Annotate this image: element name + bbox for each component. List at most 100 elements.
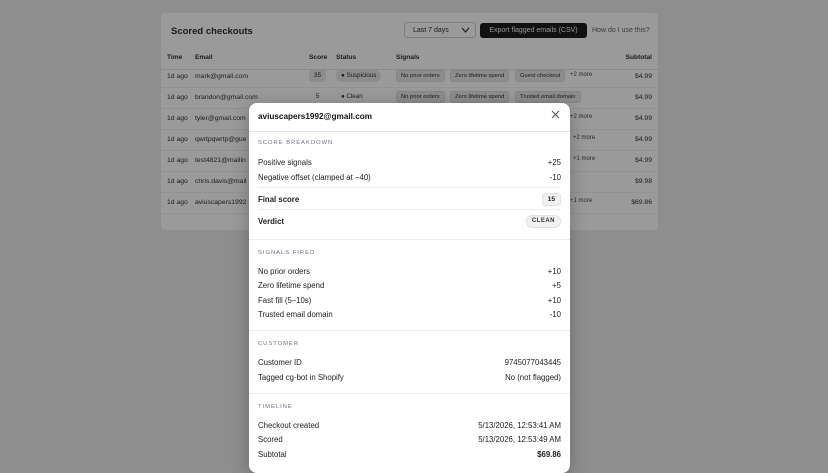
customer-id-value: 9745077043445: [504, 358, 561, 367]
row-subtotal: $4.99: [634, 73, 652, 80]
signals-fired-heading: SIGNALS FIRED: [258, 250, 316, 256]
export-flagged-button[interactable]: Export flagged emails (CSV): [480, 23, 587, 38]
row-subtotal: $4.99: [634, 136, 652, 143]
subtotal-row: Subtotal $69.86: [258, 450, 561, 464]
subtotal-label: Subtotal: [258, 450, 287, 459]
positive-signals-label: Positive signals: [258, 158, 312, 167]
more-signals-link[interactable]: +2 more: [573, 135, 595, 141]
tagged-row: Tagged cg-bot in Shopify No (not flagged…: [258, 373, 561, 387]
signal-row: Trusted email domain -10: [258, 310, 561, 324]
chevron-down-icon: [461, 27, 470, 33]
customer-id-row: Customer ID 9745077043445: [258, 358, 561, 372]
row-email: aviuscapers1992: [195, 199, 247, 206]
row-email: mark@gmail.com: [195, 73, 248, 80]
close-icon[interactable]: [549, 110, 561, 122]
row-email: test4821@mailin: [195, 157, 246, 164]
signal-value: +5: [552, 281, 561, 290]
checkout-created-row: Checkout created 5/13/2026, 12:53:41 AM: [258, 421, 561, 435]
signal-label: Fast fill (5–10s): [258, 296, 312, 305]
scored-label: Scored: [258, 435, 283, 444]
close-x-glyph: [551, 110, 559, 119]
row-email: tyler@gmail.com: [195, 115, 246, 122]
divider: [258, 187, 561, 188]
signal-value: +10: [547, 267, 561, 276]
negative-offset-label: Negative offset (clamped at −40): [258, 173, 371, 182]
positive-signals-row: Positive signals +25: [258, 158, 561, 172]
score-badge: 5: [315, 93, 320, 100]
date-range-select[interactable]: Last 7 days: [404, 22, 476, 38]
signal-label: No prior orders: [258, 267, 310, 276]
row-subtotal: $69.86: [631, 199, 652, 206]
status-label: Suspicious: [346, 72, 377, 79]
negative-offset-value: -10: [549, 173, 561, 182]
column-score: Score: [309, 54, 328, 61]
status-badge: ● Clean: [341, 93, 363, 100]
signal-value: +10: [547, 296, 561, 305]
modal-header: aviuscapers1992@gmail.com: [249, 103, 570, 132]
score-badge: 35: [309, 70, 326, 82]
row-time: 1d ago: [167, 136, 188, 143]
signal-chip: Trusted email domain: [515, 91, 581, 103]
scored-value: 5/13/2026, 12:53:49 AM: [478, 435, 561, 444]
signal-value: -10: [549, 310, 561, 319]
signal-row: No prior orders +10: [258, 267, 561, 281]
column-email: Email: [195, 54, 213, 61]
signal-chip: Zero lifetime spend: [450, 91, 510, 103]
final-score-row: Final score 15: [258, 193, 561, 209]
card-header: Scored checkouts Last 7 days Export flag…: [161, 13, 658, 51]
checkout-created-label: Checkout created: [258, 421, 320, 430]
row-subtotal: $9.98: [634, 178, 652, 185]
how-to-use-link[interactable]: How do I use this?: [592, 27, 650, 34]
row-time: 1d ago: [167, 94, 188, 101]
status-label: Clean: [346, 93, 363, 100]
tagged-label: Tagged cg-bot in Shopify: [258, 373, 344, 382]
more-signals-link[interactable]: +1 more: [570, 198, 592, 204]
signal-chip: No prior orders: [396, 91, 445, 103]
signal-row: Zero lifetime spend +5: [258, 281, 561, 295]
score-breakdown-heading: SCORE BREAKDOWN: [258, 140, 334, 146]
final-score-label: Final score: [258, 195, 300, 204]
signal-row: Fast fill (5–10s) +10: [258, 296, 561, 310]
divider: [258, 209, 561, 210]
signal-label: Zero lifetime spend: [258, 281, 325, 290]
more-signals-link[interactable]: +2 more: [570, 72, 592, 78]
final-score-badge: 15: [541, 193, 561, 206]
status-badge: ● Suspicious: [336, 70, 382, 82]
row-time: 1d ago: [167, 199, 188, 206]
date-range-value: Last 7 days: [413, 27, 449, 34]
scored-row: Scored 5/13/2026, 12:53:49 AM: [258, 435, 561, 449]
checkout-detail-modal: aviuscapers1992@gmail.com SCORE BREAKDOW…: [249, 103, 570, 473]
column-signals: Signals: [396, 54, 420, 61]
row-subtotal: $4.99: [634, 94, 652, 101]
section-divider: [249, 239, 570, 240]
row-time: 1d ago: [167, 73, 188, 80]
signal-chip: No prior orders: [396, 70, 445, 82]
customer-id-label: Customer ID: [258, 358, 302, 367]
row-subtotal: $4.99: [634, 115, 652, 122]
verdict-label: Verdict: [258, 217, 285, 226]
signal-chip: Zero lifetime spend: [450, 70, 510, 82]
row-time: 1d ago: [167, 157, 188, 164]
row-email: brandon@gmail.com: [195, 94, 258, 101]
positive-signals-value: +25: [547, 158, 561, 167]
section-divider: [249, 330, 570, 331]
row-email: qwrtpqwrtp@gue: [195, 136, 247, 143]
section-divider: [249, 393, 570, 394]
table-row[interactable]: 1d ago mark@gmail.com 35 ● Suspicious No…: [161, 66, 658, 88]
more-signals-link[interactable]: +2 more: [570, 114, 592, 120]
row-time: 1d ago: [167, 178, 188, 185]
row-time: 1d ago: [167, 115, 188, 122]
negative-offset-row: Negative offset (clamped at −40) -10: [258, 173, 561, 187]
verdict-row: Verdict CLEAN: [258, 215, 561, 231]
modal-title: aviuscapers1992@gmail.com: [258, 112, 373, 121]
column-subtotal: Subtotal: [625, 54, 652, 61]
column-time: Time: [167, 54, 183, 61]
signal-chip: Guest checkout: [515, 70, 566, 82]
checkout-created-value: 5/13/2026, 12:53:41 AM: [478, 421, 561, 430]
row-email: chris.davis@mail: [195, 178, 247, 185]
more-signals-link[interactable]: +1 more: [573, 156, 595, 162]
subtotal-value: $69.86: [537, 450, 561, 459]
tagged-value: No (not flagged): [505, 373, 561, 382]
customer-heading: CUSTOMER: [258, 341, 300, 347]
row-subtotal: $4.99: [634, 157, 652, 164]
